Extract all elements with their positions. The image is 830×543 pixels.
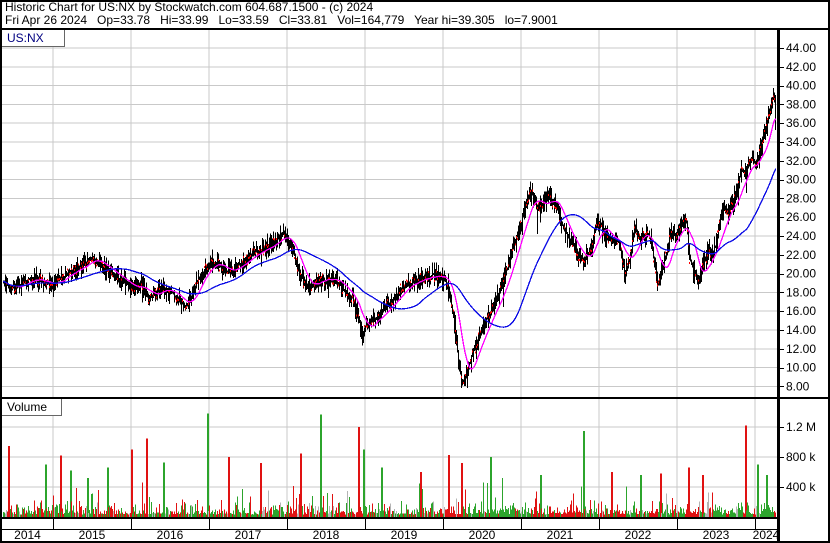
price-axis-label: 32.00 bbox=[786, 154, 816, 168]
year-axis-label: 2017 bbox=[235, 528, 262, 542]
price-axis-label: 42.00 bbox=[786, 60, 816, 74]
price-bars bbox=[3, 88, 776, 388]
volume-axis-label: 1.2 M bbox=[786, 420, 816, 434]
price-axis-label: 30.00 bbox=[786, 173, 816, 187]
year-axis-label: 2020 bbox=[469, 528, 496, 542]
volume-bars bbox=[3, 413, 776, 517]
year-axis-label: 2018 bbox=[313, 528, 340, 542]
price-axis-label: 22.00 bbox=[786, 248, 816, 262]
volume-axis-label: 400 k bbox=[786, 480, 816, 494]
price-axis-label: 44.00 bbox=[786, 41, 816, 55]
year-axis-label: 2022 bbox=[625, 528, 652, 542]
price-axis-label: 12.00 bbox=[786, 342, 816, 356]
price-axis-label: 18.00 bbox=[786, 285, 816, 299]
price-axis-label: 20.00 bbox=[786, 267, 816, 281]
year-axis-label: 2024 bbox=[753, 528, 780, 542]
price-axis-label: 40.00 bbox=[786, 79, 816, 93]
year-axis-label: 2015 bbox=[79, 528, 106, 542]
fast-ma-line bbox=[3, 118, 776, 370]
year-axis-label: 2014 bbox=[14, 528, 41, 542]
volume-axis-label: 800 k bbox=[786, 450, 816, 464]
price-axis-label: 14.00 bbox=[786, 323, 816, 337]
price-axis-label: 24.00 bbox=[786, 229, 816, 243]
price-axis-label: 26.00 bbox=[786, 210, 816, 224]
volume-panel-label: Volume bbox=[2, 399, 62, 416]
year-axis-label: 2016 bbox=[157, 528, 184, 542]
year-axis-label: 2019 bbox=[391, 528, 418, 542]
price-axis-label: 10.00 bbox=[786, 361, 816, 375]
price-axis-label: 34.00 bbox=[786, 135, 816, 149]
year-axis-label: 2021 bbox=[547, 528, 574, 542]
price-axis-label: 36.00 bbox=[786, 116, 816, 130]
price-axis-label: 38.00 bbox=[786, 97, 816, 111]
symbol-label: US:NX bbox=[2, 30, 65, 47]
price-axis-label: 28.00 bbox=[786, 191, 816, 205]
stock-chart-window: Historic Chart for US:NX by Stockwatch.c… bbox=[0, 0, 830, 543]
year-axis-label: 2023 bbox=[703, 528, 730, 542]
price-axis-label: 16.00 bbox=[786, 304, 816, 318]
chart-canvas: 44.00 42.00 40.00 38.00 36.00 34.00 32.00 30.00… bbox=[0, 0, 830, 543]
price-axis-label: 8.00 bbox=[786, 379, 810, 393]
